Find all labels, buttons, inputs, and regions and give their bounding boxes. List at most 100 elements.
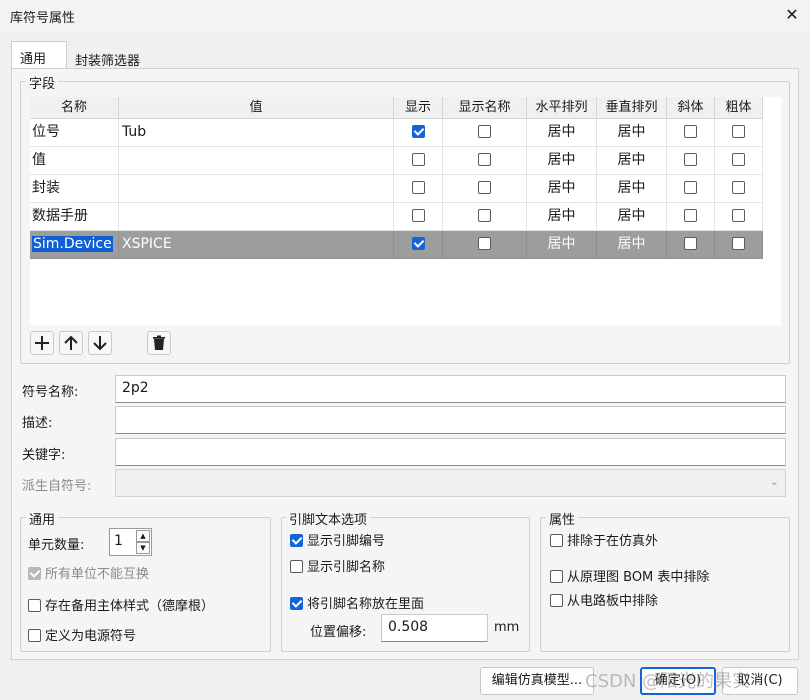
cell-v-align[interactable]: 居中 [597, 147, 667, 175]
cell-value[interactable]: XSPICE [119, 231, 394, 259]
exclude-bom-option[interactable]: 从原理图 BOM 表中排除 [550, 566, 709, 585]
cell-italic [667, 175, 715, 203]
move-down-button[interactable] [88, 331, 112, 355]
italic-checkbox[interactable] [684, 124, 697, 138]
show-checkbox[interactable] [411, 152, 425, 166]
cell-v-align[interactable]: 居中 [597, 203, 667, 231]
add-field-button[interactable] [30, 331, 54, 355]
selected-name-text[interactable]: Sim.Device [32, 236, 113, 252]
column-header-value[interactable]: 值 [119, 97, 394, 119]
position-offset-unit: mm [494, 620, 520, 635]
exclude-sim-label[interactable]: 排除于在仿真外 [567, 534, 658, 549]
fields-grid[interactable]: 名称 值 显示 显示名称 水平排列 垂直排列 斜体 粗体 位号 Tub 居中 居… [30, 97, 781, 325]
alternate-body-style-label[interactable]: 存在备用主体样式（德摩根） [45, 599, 214, 614]
show-pin-number-label[interactable]: 显示引脚编号 [307, 534, 385, 549]
unit-count-value[interactable]: 1 [114, 533, 123, 549]
show-name-checkbox[interactable] [478, 124, 491, 138]
tab-general[interactable]: 通用 [11, 41, 67, 69]
cell-h-align[interactable]: 居中 [527, 147, 597, 175]
cell-value[interactable] [119, 147, 394, 175]
delete-field-button[interactable] [147, 331, 171, 355]
position-offset-input[interactable]: 0.508 [381, 614, 488, 642]
unit-count-spinner[interactable]: 1 ▲ ▼ [109, 528, 152, 556]
cell-name[interactable]: 值 [30, 147, 119, 175]
show-pin-name-checkbox[interactable] [290, 560, 303, 573]
column-header-name[interactable]: 名称 [30, 97, 119, 119]
exclude-board-label[interactable]: 从电路板中排除 [567, 594, 658, 609]
power-symbol-label[interactable]: 定义为电源符号 [45, 629, 136, 644]
exclude-bom-checkbox[interactable] [550, 570, 563, 583]
exclude-board-checkbox[interactable] [550, 594, 563, 607]
cell-h-align[interactable]: 居中 [527, 119, 597, 147]
show-name-checkbox[interactable] [478, 180, 491, 194]
watermark: CSDN @阳光的果实 [585, 671, 751, 692]
pin-name-inside-option[interactable]: 将引脚名称放在里面 [290, 593, 424, 612]
column-header-show[interactable]: 显示 [394, 97, 443, 119]
spin-up-button[interactable]: ▲ [136, 530, 150, 542]
cell-v-align[interactable]: 居中 [597, 119, 667, 147]
column-header-show-name[interactable]: 显示名称 [443, 97, 527, 119]
bold-checkbox[interactable] [732, 152, 745, 166]
cell-bold [715, 231, 763, 259]
alternate-body-style-option[interactable]: 存在备用主体样式（德摩根） [28, 595, 214, 614]
exclude-sim-checkbox[interactable] [550, 534, 563, 547]
cell-show [394, 175, 443, 203]
show-name-checkbox[interactable] [478, 208, 491, 222]
show-checkbox[interactable] [411, 236, 425, 250]
cell-h-align[interactable]: 居中 [527, 175, 597, 203]
bold-checkbox[interactable] [732, 180, 745, 194]
column-header-italic[interactable]: 斜体 [667, 97, 715, 119]
show-checkbox[interactable] [411, 180, 425, 194]
cell-v-align[interactable]: 居中 [597, 231, 667, 259]
show-pin-number-option[interactable]: 显示引脚编号 [290, 530, 385, 549]
units-not-interchangeable-checkbox [28, 567, 41, 580]
symbol-name-input[interactable]: 2p2 [115, 375, 786, 403]
chevron-down-icon: ⌄ [769, 475, 779, 488]
cell-bold [715, 147, 763, 175]
description-label: 描述: [22, 416, 53, 431]
show-pin-number-checkbox[interactable] [290, 534, 303, 547]
column-header-h-align[interactable]: 水平排列 [527, 97, 597, 119]
cell-h-align[interactable]: 居中 [527, 231, 597, 259]
cell-name[interactable]: 数据手册 [30, 203, 119, 231]
exclude-board-option[interactable]: 从电路板中排除 [550, 590, 658, 609]
italic-checkbox[interactable] [684, 208, 697, 222]
close-icon[interactable]: ✕ [780, 3, 804, 27]
column-header-bold[interactable]: 粗体 [715, 97, 763, 119]
column-header-v-align[interactable]: 垂直排列 [597, 97, 667, 119]
edit-sim-model-button[interactable]: 编辑仿真模型... [480, 667, 594, 695]
cell-name[interactable]: 位号 [30, 119, 119, 147]
cell-name[interactable]: Sim.Device [30, 231, 119, 259]
bold-checkbox[interactable] [732, 208, 745, 222]
show-pin-name-option[interactable]: 显示引脚名称 [290, 556, 385, 575]
show-name-checkbox[interactable] [478, 236, 491, 250]
cell-value[interactable] [119, 203, 394, 231]
cell-h-align[interactable]: 居中 [527, 203, 597, 231]
description-input[interactable] [115, 406, 786, 434]
exclude-sim-option[interactable]: 排除于在仿真外 [550, 530, 658, 549]
cell-bold [715, 175, 763, 203]
show-checkbox[interactable] [411, 124, 425, 138]
keywords-input[interactable] [115, 438, 786, 466]
bold-checkbox[interactable] [732, 236, 745, 250]
italic-checkbox[interactable] [684, 152, 697, 166]
spin-down-button[interactable]: ▼ [136, 542, 150, 554]
italic-checkbox[interactable] [684, 180, 697, 194]
bold-checkbox[interactable] [732, 124, 745, 138]
show-checkbox[interactable] [411, 208, 425, 222]
power-symbol-option[interactable]: 定义为电源符号 [28, 625, 136, 644]
cell-show-name [443, 175, 527, 203]
cell-name[interactable]: 封装 [30, 175, 119, 203]
show-name-checkbox[interactable] [478, 152, 491, 166]
alternate-body-style-checkbox[interactable] [28, 599, 41, 612]
cell-value[interactable] [119, 175, 394, 203]
pin-name-inside-checkbox[interactable] [290, 597, 303, 610]
pin-name-inside-label[interactable]: 将引脚名称放在里面 [307, 597, 424, 612]
show-pin-name-label[interactable]: 显示引脚名称 [307, 560, 385, 575]
cell-value[interactable]: Tub [119, 119, 394, 147]
power-symbol-checkbox[interactable] [28, 629, 41, 642]
exclude-bom-label[interactable]: 从原理图 BOM 表中排除 [567, 570, 709, 585]
cell-v-align[interactable]: 居中 [597, 175, 667, 203]
italic-checkbox[interactable] [684, 236, 697, 250]
move-up-button[interactable] [59, 331, 83, 355]
